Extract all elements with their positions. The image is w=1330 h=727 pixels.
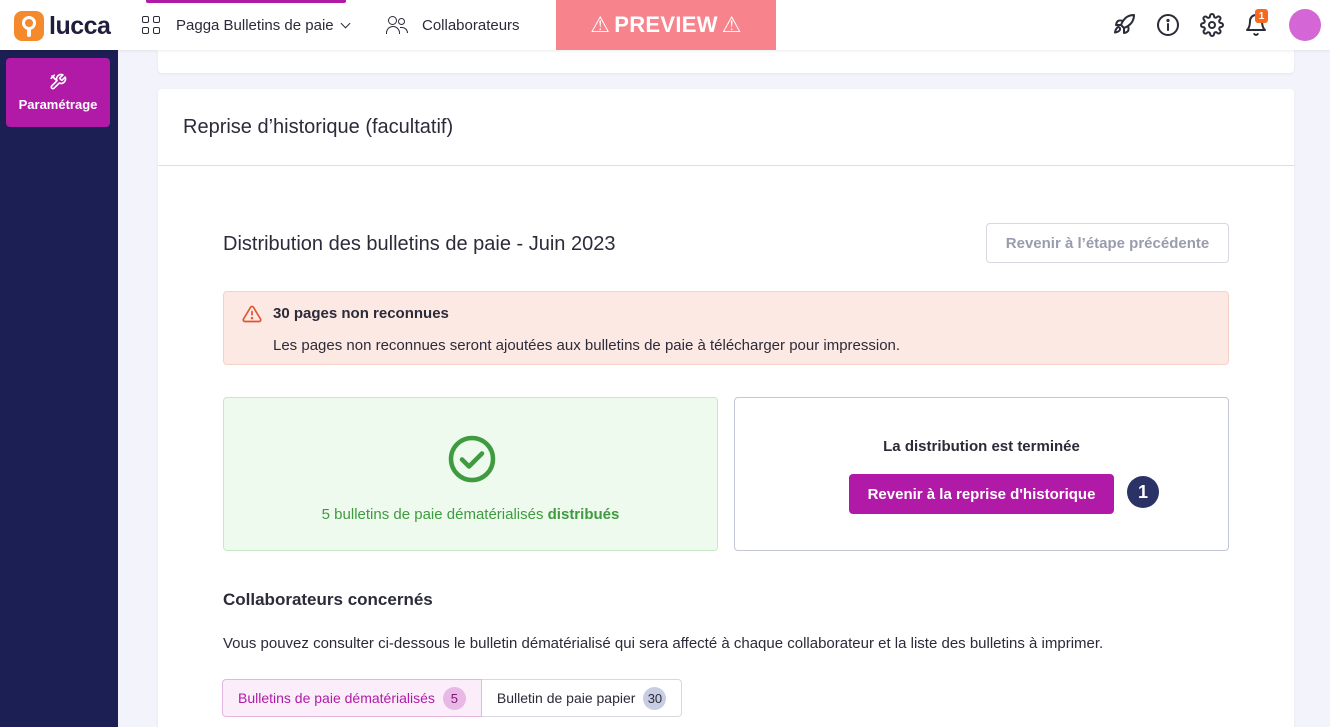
bell-icon[interactable]: 1 <box>1244 9 1268 37</box>
tabs: Bulletins de paie dématérialisés 5 Bulle… <box>222 679 683 717</box>
preview-label: PREVIEW <box>614 12 718 37</box>
warning-icon: ⚠ <box>721 12 742 37</box>
apps-menu[interactable]: Pagga Bulletins de paie <box>142 0 351 50</box>
success-status-text: distribués <box>547 506 620 523</box>
tab-paper[interactable]: Bulletin de paie papier 30 <box>481 679 683 717</box>
sidebar: Paramétrage <box>0 50 118 727</box>
success-box: 5 bulletins de paie dématérialisés distr… <box>223 397 718 551</box>
logo-text: lucca <box>49 11 111 40</box>
sidebar-item-parametrage[interactable]: Paramétrage <box>6 58 110 127</box>
collaborators-description: Vous pouvez consulter ci-dessous le bull… <box>223 635 1104 652</box>
collaborators-title: Collaborateurs concernés <box>223 590 433 609</box>
tab-dematerialized[interactable]: Bulletins de paie dématérialisés 5 <box>222 679 482 717</box>
warning-icon: ⚠ <box>590 12 611 37</box>
preview-banner: ⚠ PREVIEW ⚠ <box>556 0 776 50</box>
rocket-icon[interactable] <box>1112 13 1136 37</box>
chevron-down-icon <box>340 18 351 28</box>
collaborators-label: Collaborateurs <box>422 16 520 34</box>
card-title: Reprise d’historique (facultatif) <box>183 115 454 138</box>
success-text: 5 bulletins de paie dématérialisés distr… <box>224 506 717 523</box>
card-header: Reprise d’historique (facultatif) <box>158 89 1294 166</box>
section-title: Distribution des bulletins de paie - Jui… <box>223 233 616 255</box>
previous-step-button[interactable]: Revenir à l’étape précédente <box>986 223 1229 263</box>
users-icon <box>386 16 408 34</box>
tab-label: Bulletins de paie dématérialisés <box>238 690 435 706</box>
collaborators-link[interactable]: Collaborateurs <box>386 0 520 50</box>
previous-card <box>158 50 1294 73</box>
step-badge: 1 <box>1127 476 1159 508</box>
gear-icon[interactable] <box>1200 13 1224 37</box>
alert-text: Les pages non reconnues seront ajoutées … <box>273 337 901 354</box>
active-indicator <box>146 0 346 3</box>
tab-count: 30 <box>643 686 667 710</box>
history-card: Reprise d’historique (facultatif) Distri… <box>158 89 1294 727</box>
tools-icon <box>50 73 67 90</box>
lucca-logo-icon <box>14 11 44 41</box>
warning-triangle-icon <box>242 305 262 323</box>
apps-menu-label: Pagga Bulletins de paie <box>176 16 334 34</box>
info-icon[interactable] <box>1156 13 1180 37</box>
check-circle-icon <box>448 435 496 483</box>
warning-alert: 30 pages non reconnues Les pages non rec… <box>223 291 1229 365</box>
alert-title: 30 pages non reconnues <box>273 305 449 322</box>
done-text: La distribution est terminée <box>883 438 1080 455</box>
tab-count: 5 <box>442 686 466 710</box>
apps-grid-icon <box>142 16 160 34</box>
notification-badge: 1 <box>1255 9 1268 23</box>
back-to-history-button[interactable]: Revenir à la reprise d'historique <box>849 474 1114 514</box>
tab-label: Bulletin de paie papier <box>496 690 636 706</box>
sidebar-item-label: Paramétrage <box>18 97 98 112</box>
lucca-logo[interactable]: lucca <box>14 10 111 42</box>
distribution-done-box: La distribution est terminée Revenir à l… <box>734 397 1229 551</box>
avatar[interactable] <box>1289 9 1321 41</box>
top-bar: lucca Pagga Bulletins de paie Collaborat… <box>0 0 1330 50</box>
success-count-text: 5 bulletins de paie dématérialisés <box>321 506 548 523</box>
